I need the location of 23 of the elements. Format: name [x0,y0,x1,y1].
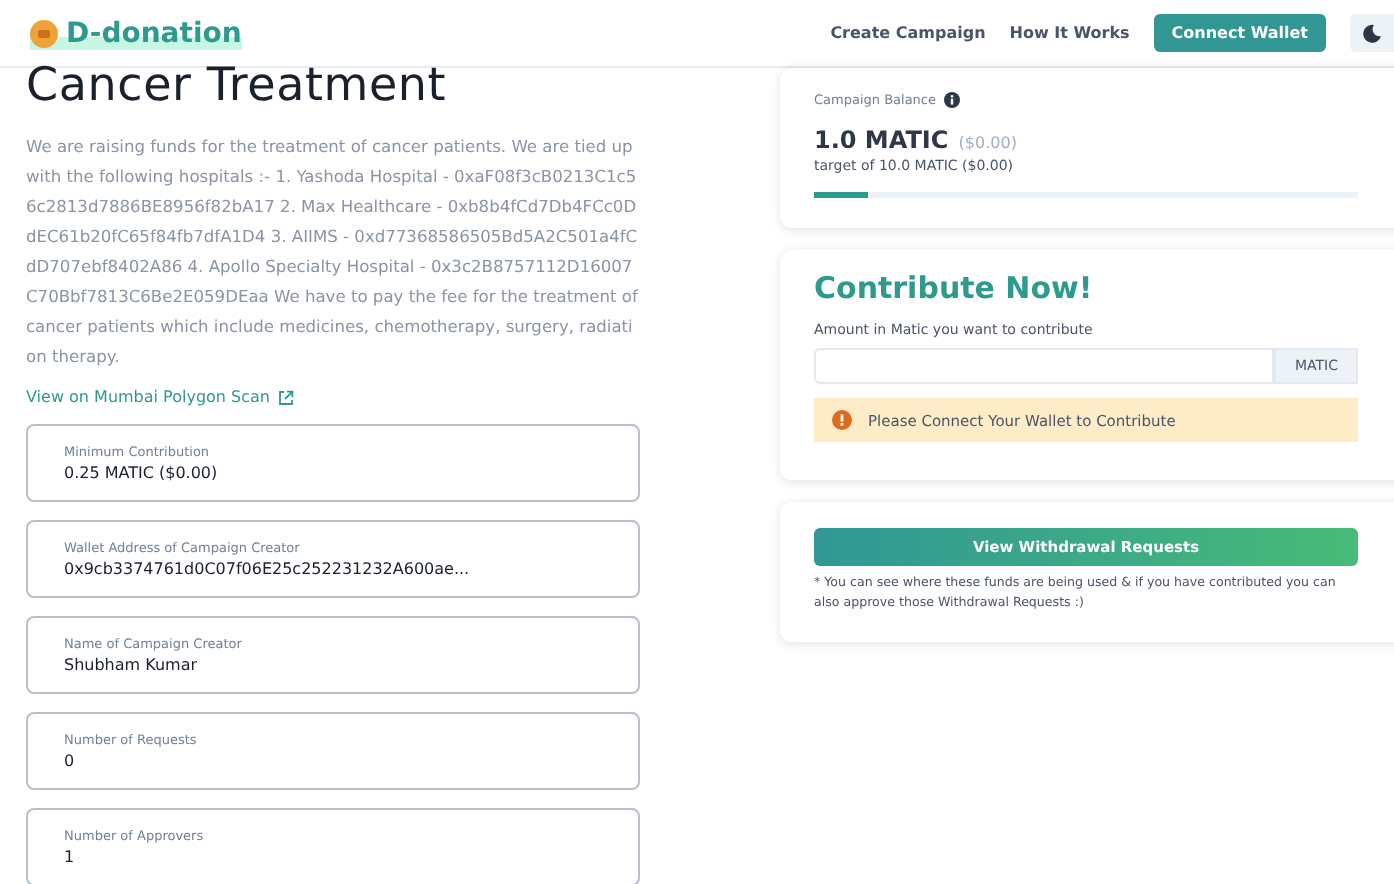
stat-value: Shubham Kumar [64,656,200,674]
connect-wallet-button[interactable]: Connect Wallet [1153,14,1326,52]
balance-amount: 1.0 MATIC [814,126,949,154]
stat-value: 0 [64,752,77,770]
theme-toggle-button[interactable] [1350,14,1394,52]
coin-icon [30,19,58,47]
stat-value: 0x9cb3374761d0C07f06E25c252231232A600ae... [64,560,472,578]
stat-value: 0.25 MATIC ($0.00) [64,464,220,482]
polygon-scan-link[interactable]: View on Mumbai Polygon Scan [26,388,640,406]
stat-value: 1 [64,848,77,866]
amount-input[interactable] [814,348,1275,384]
campaign-title: Cancer Treatment [26,60,449,112]
logo[interactable]: D-donation [30,17,242,49]
logo-text: D-donation [66,17,242,49]
nav-link[interactable]: How It Works [1009,24,1130,42]
warning-icon [832,410,852,430]
nav-link[interactable]: Create Campaign [830,24,986,42]
contribute-title: Contribute Now! [814,270,1095,306]
campaign-description: We are raising funds for the treatment of cancer patients. We are tied up with the following hospitals :- 1. Yashoda Hospital - 0xaF08f3cB0213C1c56c2813d7886BE8956f82bA17 2. Max Healthcare - 0xb8b4fCd7Db4FCc0DdEC61b20fC65f84fb7dfA1D4 3. AIIMS - 0xd77368586505Bd5A2C501a4fCdD707ebf8402A86 4. Apollo Specialty Hospital - 0x3c2B8757112D16007C70Bbf7813C6Be2E059DEaa We have to pay the fee for the treatment of cancer patients which include medicines, chemotherapy, surgery, radiation therapy. [26,134,640,370]
info-icon [944,92,961,108]
moon-icon [1362,23,1382,43]
external-link-icon [277,389,294,405]
balance-usd: ($0.00) [958,134,1017,152]
